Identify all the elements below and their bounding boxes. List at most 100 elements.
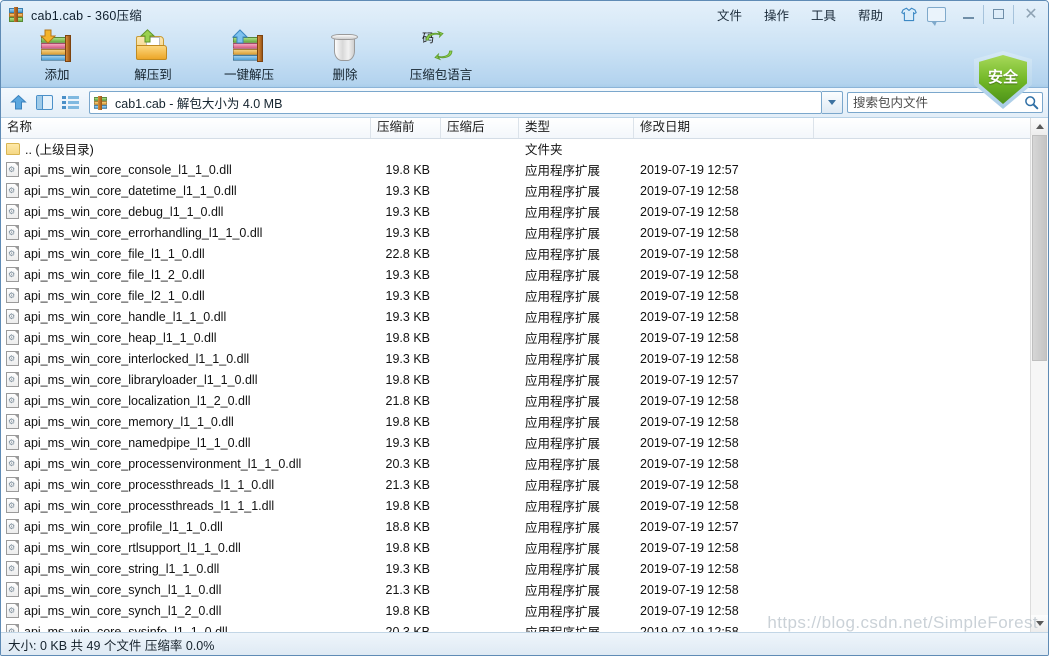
cell-date: 2019-07-19 12:58 <box>640 330 739 345</box>
message-button[interactable] <box>923 3 949 26</box>
cell-type: 应用程序扩展 <box>525 563 601 577</box>
table-row[interactable]: ⚙ api_ms_win_core_datetime_l1_1_0.dll 19.3… <box>1 180 1030 201</box>
archive-icon <box>94 95 110 110</box>
delete-button[interactable]: 删除 <box>297 27 393 85</box>
cell-type: 文件夹 <box>525 143 563 157</box>
status-text: 大小: 0 KB 共 49 个文件 压缩率 0.0% <box>8 638 215 653</box>
menu-help[interactable]: 帮助 <box>847 2 894 27</box>
preview-panel-button[interactable] <box>32 91 57 114</box>
scrollbar-thumb[interactable] <box>1032 135 1047 361</box>
cell-name: ⚙ api_ms_win_core_file_l1_1_0.dll <box>1 246 371 261</box>
table-row[interactable]: ⚙ api_ms_win_core_processthreads_l1_1_0.d… <box>1 474 1030 495</box>
scroll-down-button[interactable] <box>1031 615 1048 632</box>
table-row[interactable]: ⚙ api_ms_win_core_rtlsupport_l1_1_0.dll 19… <box>1 537 1030 558</box>
file-list: 名称 压缩前 压缩后 类型 修改日期 .. (上级目录) 文件夹 ⚙ api_ms_win_c… <box>1 118 1030 632</box>
security-shield-button[interactable]: 安全 <box>974 51 1032 109</box>
cell-name: .. (上级目录) <box>1 139 371 158</box>
dll-file-icon: ⚙ <box>6 309 19 324</box>
column-header-size[interactable]: 压缩前 <box>371 118 441 138</box>
close-button[interactable]: ✕ <box>1013 4 1048 24</box>
scrollbar-track[interactable] <box>1031 135 1048 615</box>
table-row[interactable]: ⚙ api_ms_win_core_string_l1_1_0.dll 19.3 K… <box>1 558 1030 579</box>
one-click-extract-button[interactable]: 一键解压 <box>201 27 297 85</box>
list-view-button[interactable] <box>58 91 83 114</box>
cell-size: 21.3 KB <box>385 582 430 597</box>
scroll-up-button[interactable] <box>1031 118 1048 135</box>
table-row[interactable]: ⚙ api_ms_win_core_handle_l1_1_0.dll 19.3 K… <box>1 306 1030 327</box>
shirt-icon <box>900 7 917 22</box>
titlebar-right-group: 文件 操作 工具 帮助 ✕ <box>706 1 1048 27</box>
table-row[interactable]: ⚙ api_ms_win_core_interlocked_l1_1_0.dll 1… <box>1 348 1030 369</box>
column-header-name[interactable]: 名称 <box>1 118 371 138</box>
table-row[interactable]: ⚙ api_ms_win_core_file_l2_1_0.dll 19.3 KB 应… <box>1 285 1030 306</box>
file-name: api_ms_win_core_console_l1_1_0.dll <box>24 162 232 177</box>
table-row[interactable]: ⚙ api_ms_win_core_file_l1_1_0.dll 22.8 KB 应… <box>1 243 1030 264</box>
table-row[interactable]: ⚙ api_ms_win_core_errorhandling_l1_1_0.dl… <box>1 222 1030 243</box>
minimize-button[interactable] <box>954 5 983 24</box>
delete-button-label: 删除 <box>332 68 358 82</box>
menu-tools[interactable]: 工具 <box>800 2 847 27</box>
cell-type: 应用程序扩展 <box>525 353 601 367</box>
table-row[interactable]: ⚙ api_ms_win_core_namedpipe_l1_1_0.dll 19.… <box>1 432 1030 453</box>
skin-button[interactable] <box>895 3 921 25</box>
table-row[interactable]: ⚙ api_ms_win_core_console_l1_1_0.dll 19.8 … <box>1 159 1030 180</box>
table-row[interactable]: ⚙ api_ms_win_core_libraryloader_l1_1_0.dl… <box>1 369 1030 390</box>
cell-size: 19.3 KB <box>385 225 430 240</box>
cell-name: ⚙ api_ms_win_core_file_l1_2_0.dll <box>1 267 371 282</box>
preview-panel-icon <box>36 95 53 110</box>
file-name: api_ms_win_core_errorhandling_l1_1_0.dll <box>24 225 263 240</box>
archive-icon <box>9 6 25 22</box>
cell-date: 2019-07-19 12:58 <box>640 309 739 324</box>
column-header-packed[interactable]: 压缩后 <box>441 118 519 138</box>
table-row[interactable]: ⚙ api_ms_win_core_processthreads_l1_1_1.d… <box>1 495 1030 516</box>
path-dropdown-button[interactable] <box>822 91 843 114</box>
table-row[interactable]: ⚙ api_ms_win_core_synch_l1_2_0.dll 19.8 KB… <box>1 600 1030 621</box>
maximize-button[interactable] <box>983 4 1013 24</box>
menu-file[interactable]: 文件 <box>706 2 753 27</box>
file-name: api_ms_win_core_profile_l1_1_0.dll <box>24 519 223 534</box>
cell-date: 2019-07-19 12:58 <box>640 582 739 597</box>
cell-name: ⚙ api_ms_win_core_console_l1_1_0.dll <box>1 162 371 177</box>
vertical-scrollbar[interactable] <box>1030 118 1048 632</box>
cell-size: 18.8 KB <box>385 519 430 534</box>
cell-type: 应用程序扩展 <box>525 374 601 388</box>
file-name: api_ms_win_core_file_l1_2_0.dll <box>24 267 205 282</box>
table-row[interactable]: ⚙ api_ms_win_core_heap_l1_1_0.dll 19.8 KB 应… <box>1 327 1030 348</box>
dll-file-icon: ⚙ <box>6 624 19 632</box>
cell-type: 应用程序扩展 <box>525 227 601 241</box>
table-row[interactable]: ⚙ api_ms_win_core_memory_l1_1_0.dll 19.8 K… <box>1 411 1030 432</box>
cell-date: 2019-07-19 12:58 <box>640 477 739 492</box>
cell-type: 应用程序扩展 <box>525 248 601 262</box>
menu-action[interactable]: 操作 <box>753 2 800 27</box>
table-row[interactable]: ⚙ api_ms_win_core_localization_l1_2_0.dll… <box>1 390 1030 411</box>
cell-date: 2019-07-19 12:57 <box>640 519 739 534</box>
table-row[interactable]: .. (上级目录) 文件夹 <box>1 138 1030 159</box>
table-row[interactable]: ⚙ api_ms_win_core_processenvironment_l1_1… <box>1 453 1030 474</box>
cell-date: 2019-07-19 12:58 <box>640 540 739 555</box>
trash-icon <box>326 29 364 63</box>
path-field[interactable]: cab1.cab - 解包大小为 4.0 MB <box>89 91 822 114</box>
window-header: cab1.cab - 360压缩 文件 操作 工具 帮助 ✕ 添加 解压到 一键… <box>1 1 1048 109</box>
up-directory-button[interactable] <box>6 91 31 114</box>
cell-name: ⚙ api_ms_win_core_rtlsupport_l1_1_0.dll <box>1 540 371 555</box>
cell-date: 2019-07-19 12:58 <box>640 624 739 633</box>
table-row[interactable]: ⚙ api_ms_win_core_profile_l1_1_0.dll 18.8 … <box>1 516 1030 537</box>
column-header-date[interactable]: 修改日期 <box>634 118 814 138</box>
cell-type: 应用程序扩展 <box>525 437 601 451</box>
chevron-down-icon <box>828 100 836 105</box>
table-row[interactable]: ⚙ api_ms_win_core_sysinfo_l1_1_0.dll 20.3 … <box>1 621 1030 632</box>
extract-to-button[interactable]: 解压到 <box>105 27 201 85</box>
table-row[interactable]: ⚙ api_ms_win_core_synch_l1_1_0.dll 21.3 KB… <box>1 579 1030 600</box>
table-row[interactable]: ⚙ api_ms_win_core_file_l1_2_0.dll 19.3 KB 应… <box>1 264 1030 285</box>
add-button[interactable]: 添加 <box>9 27 105 85</box>
cell-type: 应用程序扩展 <box>525 395 601 409</box>
file-name: api_ms_win_core_debug_l1_1_0.dll <box>24 204 224 219</box>
column-header-type[interactable]: 类型 <box>519 118 634 138</box>
cell-size: 19.3 KB <box>385 183 430 198</box>
cell-type: 应用程序扩展 <box>525 479 601 493</box>
dll-file-icon: ⚙ <box>6 519 19 534</box>
cell-date: 2019-07-19 12:58 <box>640 393 739 408</box>
archive-language-button[interactable]: 码 压缩包语言 <box>393 27 489 85</box>
table-row[interactable]: ⚙ api_ms_win_core_debug_l1_1_0.dll 19.3 KB… <box>1 201 1030 222</box>
title-bar: cab1.cab - 360压缩 文件 操作 工具 帮助 ✕ <box>1 1 1048 27</box>
